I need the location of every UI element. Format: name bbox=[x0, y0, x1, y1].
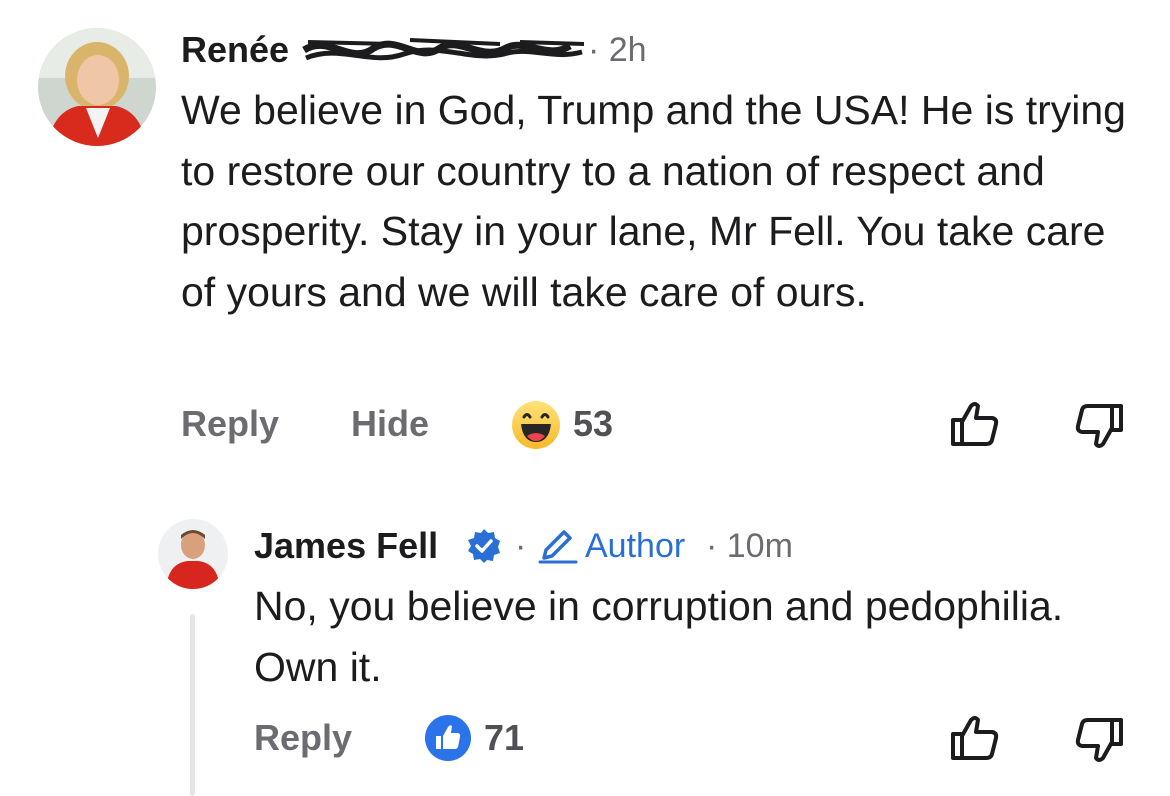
comment-time: · 2h bbox=[588, 31, 647, 69]
haha-reaction-icon[interactable] bbox=[511, 400, 561, 455]
reaction-count[interactable]: 71 bbox=[484, 712, 524, 764]
separator: · bbox=[515, 527, 527, 565]
reaction-count[interactable]: 53 bbox=[573, 398, 613, 450]
reply-button[interactable]: Reply bbox=[181, 398, 279, 450]
like-reaction-icon[interactable] bbox=[424, 714, 472, 767]
thumbs-down-icon[interactable] bbox=[1073, 402, 1125, 455]
redaction-scribble bbox=[300, 32, 590, 77]
reply-time: · 10m bbox=[706, 527, 793, 565]
avatar[interactable] bbox=[158, 519, 228, 589]
avatar[interactable] bbox=[38, 28, 156, 146]
thumbs-up-icon[interactable] bbox=[949, 714, 1001, 767]
reply-author[interactable]: James Fell bbox=[254, 524, 438, 568]
author-badge: Author bbox=[585, 527, 686, 565]
verified-badge-icon bbox=[466, 528, 502, 569]
thumbs-down-icon[interactable] bbox=[1073, 716, 1125, 769]
pencil-icon bbox=[538, 530, 578, 569]
thread-line bbox=[190, 614, 195, 796]
comment-text: We believe in God, Trump and the USA! He… bbox=[181, 87, 1126, 315]
thumbs-up-icon[interactable] bbox=[949, 400, 1001, 453]
reply-text: No, you believe in corruption and pedoph… bbox=[254, 583, 1064, 690]
comment-author[interactable]: Renée bbox=[181, 28, 289, 72]
hide-button[interactable]: Hide bbox=[351, 398, 429, 450]
reply-button[interactable]: Reply bbox=[254, 712, 352, 764]
